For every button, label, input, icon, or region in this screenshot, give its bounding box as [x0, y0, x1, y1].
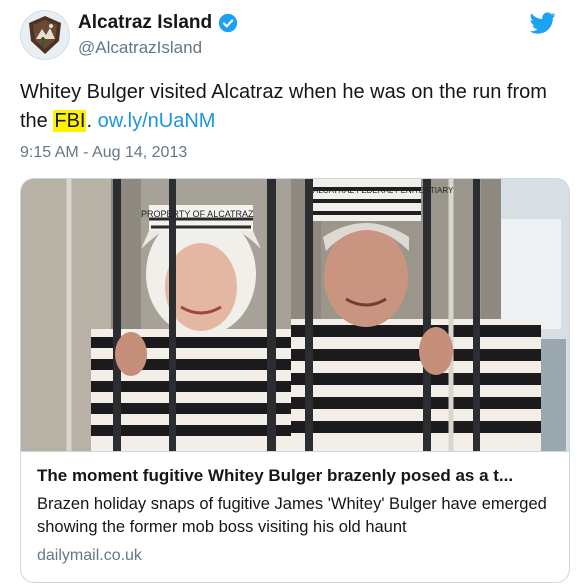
- verified-badge-icon: [218, 13, 238, 33]
- card-body[interactable]: The moment fugitive Whitey Bulger brazen…: [21, 451, 569, 582]
- tweet-text-tail: .: [86, 110, 98, 132]
- card-title[interactable]: The moment fugitive Whitey Bulger brazen…: [37, 466, 553, 486]
- avatar[interactable]: [20, 10, 70, 60]
- tweet-text: Whitey Bulger visited Alcatraz when he w…: [20, 78, 565, 136]
- nps-arrowhead-icon: [29, 16, 61, 54]
- cap-text-right: ALCATRAZ FEDERAL PENITENTIARY: [313, 186, 454, 195]
- tweet-card: Alcatraz Island @AlcatrazIsland Whitey B…: [0, 0, 580, 587]
- highlighted-word: FBI: [53, 110, 87, 132]
- display-name[interactable]: Alcatraz Island: [78, 12, 212, 34]
- tweet-header: Alcatraz Island @AlcatrazIsland: [20, 10, 560, 62]
- tweet-link[interactable]: ow.ly/nUaNM: [98, 110, 216, 132]
- card-photo[interactable]: PROPERTY OF ALCATRAZ ALCATRAZ FEDERAL PE…: [21, 179, 569, 451]
- cap-text-left: PROPERTY OF ALCATRAZ: [141, 209, 254, 219]
- card-domain: dailymail.co.uk: [37, 547, 142, 564]
- link-preview-card[interactable]: PROPERTY OF ALCATRAZ ALCATRAZ FEDERAL PE…: [20, 178, 570, 583]
- user-handle[interactable]: @AlcatrazIsland: [78, 38, 238, 58]
- card-description: Brazen holiday snaps of fugitive James '…: [37, 495, 547, 536]
- twitter-bird-icon[interactable]: [530, 10, 556, 36]
- tweet-timestamp[interactable]: 9:15 AM - Aug 14, 2013: [20, 144, 187, 162]
